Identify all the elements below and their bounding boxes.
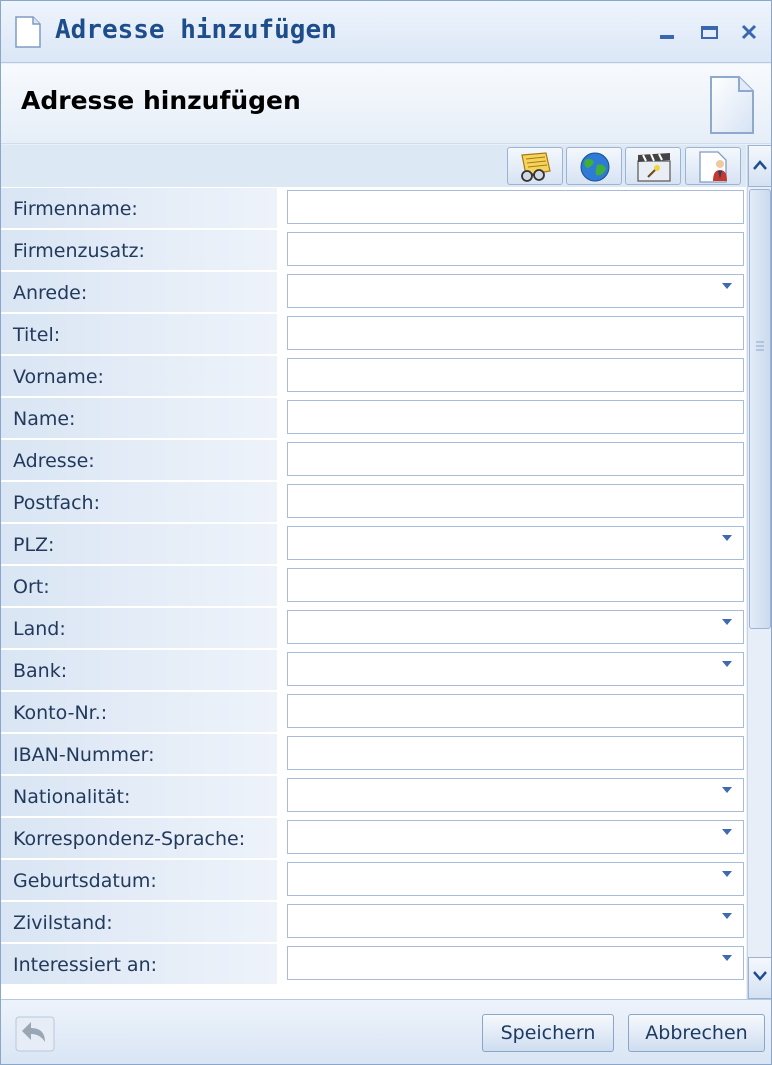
form-row: Geburtsdatum: [1,859,746,901]
form-row: IBAN-Nummer: [1,733,746,775]
scroll-up-button[interactable] [748,145,771,187]
form-row: Konto-Nr.: [1,691,746,733]
text-field[interactable] [287,358,744,392]
field-label: Geburtsdatum: [1,860,277,900]
vertical-scrollbar[interactable] [747,145,771,999]
dropdown-field[interactable] [287,526,744,560]
scroll-down-button[interactable] [748,957,771,999]
field-label: Nationalität: [1,776,277,816]
form-row: Postfach: [1,481,746,523]
clapperboard-icon[interactable] [625,147,681,185]
text-field[interactable] [287,484,744,518]
field-label: Korrespondenz-Sprache: [1,818,277,858]
close-icon[interactable] [735,19,763,45]
field-label: Interessiert an: [1,944,277,984]
field-label: Konto-Nr.: [1,692,277,732]
field-label: Firmenzusatz: [1,230,277,270]
field-label: PLZ: [1,524,277,564]
dropdown-field[interactable] [287,820,744,854]
field-label: Vorname: [1,356,277,396]
save-button[interactable]: Speichern [482,1014,614,1052]
person-document-icon[interactable] [685,147,741,185]
field-label: Titel: [1,314,277,354]
form-row: Interessiert an: [1,943,746,985]
scroll-thumb[interactable] [749,189,771,629]
text-field[interactable] [287,400,744,434]
form-row: Bank: [1,649,746,691]
text-field[interactable] [287,694,744,728]
dropdown-field[interactable] [287,862,744,896]
form-row: Adresse: [1,439,746,481]
form-row: Anrede: [1,271,746,313]
field-label: Ort: [1,566,277,606]
undo-arrow-icon[interactable] [15,1016,55,1052]
field-label: Bank: [1,650,277,690]
field-label: Anrede: [1,272,277,312]
field-label: Land: [1,608,277,648]
text-field[interactable] [287,736,744,770]
text-field[interactable] [287,190,744,224]
dropdown-field[interactable] [287,274,744,308]
title-bar[interactable]: Adresse hinzufügen [1,1,771,63]
page-title: Adresse hinzufügen [21,86,301,115]
form-row: PLZ: [1,523,746,565]
text-field[interactable] [287,232,744,266]
text-field[interactable] [287,568,744,602]
chevron-down-icon[interactable] [722,871,732,877]
chevron-down-icon[interactable] [722,787,732,793]
dropdown-field[interactable] [287,652,744,686]
form-row: Land: [1,607,746,649]
chevron-down-icon[interactable] [722,913,732,919]
dropdown-field[interactable] [287,610,744,644]
field-label: Firmenname: [1,188,277,228]
chevron-down-icon[interactable] [722,661,732,667]
dialog-header: Adresse hinzufügen [1,64,771,144]
form-row: Vorname: [1,355,746,397]
chevron-down-icon[interactable] [722,619,732,625]
field-label: IBAN-Nummer: [1,734,277,774]
form-row: Zivilstand: [1,901,746,943]
dropdown-field[interactable] [287,946,744,980]
document-icon [707,74,757,136]
maximize-icon[interactable] [695,19,723,45]
cancel-button[interactable]: Abbrechen [628,1014,765,1052]
window-title: Adresse hinzufügen [55,15,337,45]
form-row: Firmenzusatz: [1,229,746,271]
form-row: Titel: [1,313,746,355]
field-label: Postfach: [1,482,277,522]
chevron-down-icon[interactable] [722,955,732,961]
form-row: Nationalität: [1,775,746,817]
dialog-window: Adresse hinzufügen Adresse hinzufügen Fi… [0,0,772,1065]
form-row: Korrespondenz-Sprache: [1,817,746,859]
form-row: Ort: [1,565,746,607]
minimize-icon[interactable] [653,19,681,45]
glasses-notes-icon[interactable] [507,147,563,185]
text-field[interactable] [287,442,744,476]
dialog-footer: Speichern Abbrechen [1,999,771,1064]
chevron-down-icon[interactable] [722,283,732,289]
field-label: Adresse: [1,440,277,480]
globe-icon[interactable] [566,147,622,185]
dropdown-field[interactable] [287,904,744,938]
field-label: Zivilstand: [1,902,277,942]
address-form: Firmenname: Firmenzusatz: Anrede: Titel: Vor… [1,187,746,999]
form-row: Name: [1,397,746,439]
document-icon [13,15,43,49]
toolbar [1,145,746,187]
dropdown-field[interactable] [287,778,744,812]
chevron-down-icon[interactable] [722,535,732,541]
field-label: Name: [1,398,277,438]
chevron-down-icon[interactable] [722,829,732,835]
form-row: Firmenname: [1,187,746,229]
text-field[interactable] [287,316,744,350]
